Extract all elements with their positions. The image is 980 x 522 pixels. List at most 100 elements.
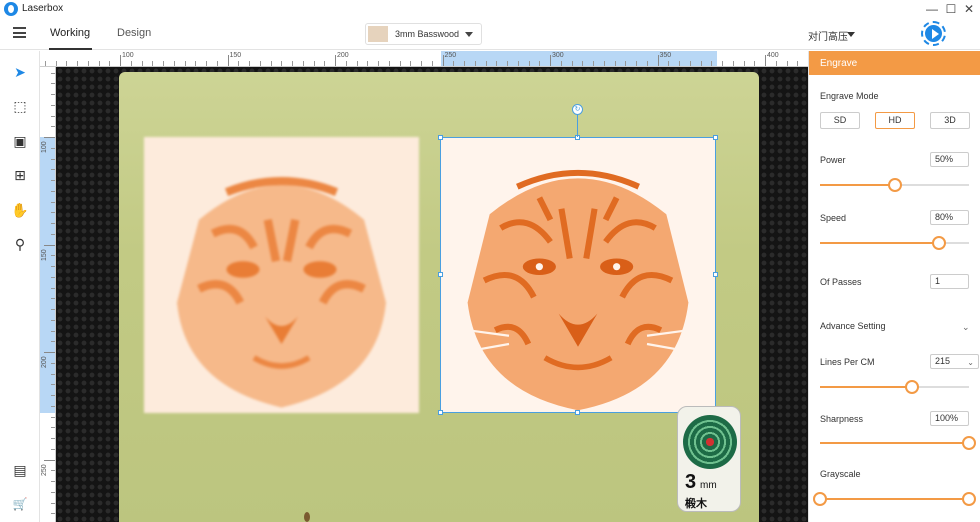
ruler-tick [335,55,336,66]
material-tag: 3 mm 椴木 [677,406,741,512]
speed-slider[interactable] [820,236,969,250]
start-engrave-play-button[interactable] [921,21,946,46]
slider-knob[interactable] [905,380,920,394]
sharpness-input[interactable]: 100% [930,411,969,426]
cart-icon[interactable]: 🛒 [10,494,30,514]
tiger-image-engrave-hd[interactable] [440,137,716,413]
shape-icon[interactable]: ⊞ [10,165,30,185]
power-slider[interactable] [820,178,969,192]
ruler-label: 350 [659,52,672,59]
ruler-label: 150 [229,52,242,59]
app-title: Laserbox [22,3,64,14]
panel-title: Engrave [809,51,980,75]
slider-knob[interactable] [962,436,976,450]
ruler-label: 250 [41,463,48,476]
ruler-selection-highlight [441,51,717,66]
ruler-tick [44,352,55,353]
ruler-label: 100 [122,52,134,59]
ruler-tick [550,55,551,66]
resize-handle-bottom[interactable] [575,410,580,415]
rotate-handle-stem [577,114,578,137]
mode-sd-button[interactable]: SD [820,112,860,129]
engrave-settings-panel: Engrave Engrave Mode SD HD 3D Power 50% … [808,51,980,522]
range-min-knob[interactable] [813,492,827,506]
ruler-label: 100 [41,141,48,153]
device-select[interactable]: 对门高压 [808,28,848,43]
rotate-handle-icon[interactable]: ↻ [572,104,583,115]
target-marker-icon [683,415,737,469]
ruler-tick [44,244,55,246]
left-toolbar: ➤ ⬚ ▣ ⊞ ✋ ⚲ ▤ 🛒 [0,51,40,522]
layers-icon[interactable]: ▤ [10,460,30,480]
resize-handle-top-right[interactable] [713,135,718,140]
lines-per-cm-label: Lines Per CM [820,357,875,367]
tiger-image-preview-original[interactable] [144,137,419,413]
resize-handle-top-left[interactable] [438,135,443,140]
ruler-tick [227,55,229,66]
maximize-button[interactable]: ☐ [943,1,959,17]
device-chevron-down-icon[interactable] [847,32,855,37]
active-tab-indicator [49,48,92,50]
tag-unit: mm [700,480,717,491]
sharpness-slider[interactable] [820,436,976,450]
title-bar: Laserbox — ☐ ✕ [0,0,980,18]
node-edit-icon[interactable]: ⬚ [10,96,30,116]
ruler-label: 150 [41,248,48,261]
hamburger-menu-icon[interactable] [13,27,26,38]
lines-per-cm-slider[interactable] [820,380,969,394]
tab-working[interactable]: Working [50,27,90,39]
horizontal-ruler: 100 150 200 250 300 350 400 [40,51,808,67]
material-label: 3mm Basswood [395,29,460,39]
ruler-tick [44,459,55,461]
sharpness-label: Sharpness [820,414,864,424]
advance-setting-label[interactable]: Advance Setting [820,321,886,331]
resize-handle-bottom-left[interactable] [438,410,443,415]
resize-handle-left[interactable] [438,272,443,277]
slider-knob[interactable] [932,236,947,250]
lines-per-cm-value: 215 [935,356,951,366]
power-input[interactable]: 50% [930,152,969,167]
speed-label: Speed [820,213,847,223]
ruler-tick [657,55,659,66]
ruler-label: 300 [552,52,564,59]
material-select[interactable]: 3mm Basswood [365,23,482,45]
top-toolbar: Working Design 3mm Basswood 对门高压 [0,18,980,50]
ruler-label: 200 [41,356,48,368]
laserbox-app: Laserbox — ☐ ✕ Working Design 3mm Basswo… [0,0,980,522]
ruler-tick [44,137,55,138]
resize-handle-right[interactable] [713,272,718,277]
slider-knob[interactable] [887,178,902,192]
range-max-knob[interactable] [962,492,976,506]
minimize-button[interactable]: — [924,1,940,17]
zoom-icon[interactable]: ⚲ [10,234,30,254]
image-icon[interactable]: ▣ [10,131,30,151]
chevron-down-icon: ⌄ [967,358,974,367]
tab-design[interactable]: Design [117,27,151,39]
wood-knot [304,512,310,522]
ruler-label: 250 [444,52,457,59]
close-button[interactable]: ✕ [961,1,977,17]
ruler-tick [120,55,121,66]
chevron-down-icon[interactable]: ⌄ [962,322,970,333]
work-canvas[interactable]: ↻ 3 mm 椴木 [56,67,808,522]
mode-hd-button[interactable]: HD [875,112,915,129]
mode-3d-button[interactable]: 3D [930,112,970,129]
hand-icon[interactable]: ✋ [10,200,30,220]
power-label: Power [820,155,846,165]
ruler-tick [442,55,444,66]
grayscale-range-slider[interactable] [813,492,976,506]
speed-input[interactable]: 80% [930,210,969,225]
lines-per-cm-select[interactable]: 215 ⌄ [930,354,979,369]
ruler-selection-highlight [40,137,55,413]
tag-thickness: 3 [685,471,697,493]
ruler-label: 400 [767,52,779,59]
ruler-label: 200 [337,52,349,59]
tag-material-name: 椴木 [685,498,707,510]
vertical-ruler: 100 150 200 250 [40,67,56,522]
passes-input[interactable]: 1 [930,274,969,289]
chevron-down-icon [465,32,473,37]
ruler-tick [765,55,766,66]
app-logo-icon [4,2,18,16]
select-tool-icon[interactable]: ➤ [10,62,30,82]
grayscale-label: Grayscale [820,469,861,479]
